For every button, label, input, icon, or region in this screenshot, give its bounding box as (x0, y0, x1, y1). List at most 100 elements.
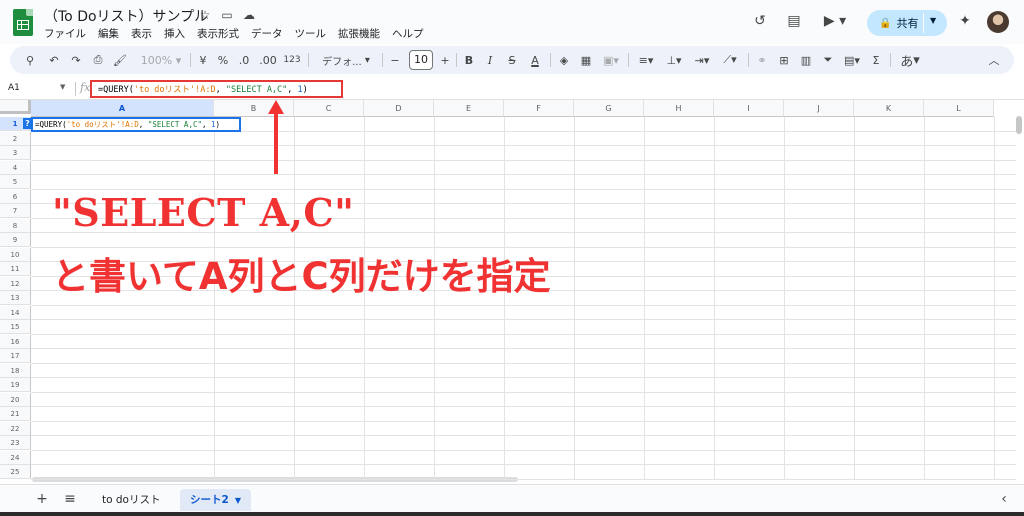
share-dropdown-icon[interactable]: ▼ (930, 16, 936, 25)
row-header[interactable]: 21 (0, 407, 31, 421)
row-header[interactable]: 4 (0, 160, 31, 175)
increase-font-size-icon[interactable]: + (438, 50, 452, 70)
menu-item[interactable]: 編集 (98, 26, 119, 41)
paint-format-icon[interactable]: 🖌 (112, 50, 128, 70)
bold-button[interactable]: B (462, 50, 476, 70)
vertical-scrollbar[interactable] (1016, 116, 1022, 134)
row-header[interactable]: 24 (0, 450, 31, 465)
text-color-button[interactable]: A (527, 50, 543, 70)
borders-icon[interactable]: ▦ (578, 50, 594, 70)
document-title[interactable]: （To Doリスト）サンプル (44, 6, 208, 26)
menu-item[interactable]: 拡張機能 (338, 26, 380, 41)
name-box-dropdown-icon[interactable]: ▼ (60, 83, 65, 91)
formula-help-icon[interactable]: ? (23, 118, 32, 129)
italic-button[interactable]: I (483, 50, 497, 70)
row-header[interactable]: 16 (0, 334, 31, 349)
row-header[interactable]: 17 (0, 349, 31, 363)
filter-views-icon[interactable]: ▤▾ (840, 50, 864, 70)
fill-color-icon[interactable]: ◈ (556, 50, 572, 70)
column-header[interactable]: D (364, 100, 434, 117)
row-header[interactable]: 8 (0, 218, 31, 233)
column-header[interactable]: G (574, 100, 644, 117)
add-sheet-icon[interactable]: + (34, 491, 50, 507)
meet-icon[interactable]: ▶ ▾ (820, 11, 850, 31)
sheet-tab-menu-icon[interactable]: ▼ (235, 496, 241, 505)
row-header[interactable]: 2 (0, 131, 31, 146)
sheet-tab[interactable]: to doリスト (92, 489, 170, 511)
vertical-align-icon[interactable]: ⊥▾ (662, 50, 686, 70)
explore-collapse-icon[interactable]: ‹ (996, 491, 1012, 507)
row-header[interactable]: 9 (0, 233, 31, 247)
menu-item[interactable]: 表示形式 (197, 26, 239, 41)
gemini-sparkle-icon[interactable]: ✦ (955, 11, 975, 31)
row-header[interactable]: 6 (0, 189, 31, 204)
avatar[interactable] (987, 11, 1009, 33)
percent-format-button[interactable]: % (216, 50, 230, 70)
redo-icon[interactable]: ↷ (68, 50, 84, 70)
insert-chart-icon[interactable]: ▥ (798, 50, 814, 70)
merge-cells-icon[interactable]: ▣▾ (600, 50, 622, 70)
font-family-select[interactable]: デフォ... ▾ (314, 50, 378, 70)
column-header[interactable]: L (924, 100, 994, 117)
star-icon[interactable]: ☆ (198, 8, 212, 22)
text-rotation-icon[interactable]: ⟋▾ (718, 50, 742, 70)
search-menus-icon[interactable]: ⚲ (22, 50, 38, 70)
row-header[interactable]: 23 (0, 436, 31, 450)
menu-item[interactable]: データ (251, 26, 283, 41)
share-button[interactable]: 🔒 共有 ▼ (867, 10, 947, 36)
row-header[interactable]: 13 (0, 291, 31, 305)
collapse-toolbar-icon[interactable]: ︿ (986, 50, 1002, 70)
sheet-tab[interactable]: シート2 ▼ (180, 489, 251, 511)
cloud-status-icon[interactable]: ☁ (242, 8, 256, 22)
undo-icon[interactable]: ↶ (46, 50, 62, 70)
column-header[interactable]: C (294, 100, 364, 117)
move-folder-icon[interactable]: ▭ (220, 8, 234, 22)
row-header[interactable]: 7 (0, 204, 31, 218)
decrease-font-size-icon[interactable]: − (388, 50, 402, 70)
menu-item[interactable]: ツール (295, 26, 327, 41)
functions-icon[interactable]: Σ (868, 50, 884, 70)
menu-item[interactable]: 表示 (131, 26, 152, 41)
row-header[interactable]: 18 (0, 363, 31, 378)
horizontal-align-icon[interactable]: ≡▾ (634, 50, 658, 70)
comments-icon[interactable]: ▤ (784, 11, 804, 31)
row-header[interactable]: 25 (0, 465, 31, 479)
more-formats-button[interactable]: 123 (282, 50, 302, 70)
row-header[interactable]: 11 (0, 262, 31, 276)
input-tools-select[interactable]: あ ▾ (896, 50, 924, 70)
row-header[interactable]: 5 (0, 175, 31, 189)
filter-icon[interactable]: ⏷ (820, 50, 836, 70)
strikethrough-icon[interactable]: S (505, 50, 519, 70)
menu-item[interactable]: ヘルプ (392, 26, 424, 41)
print-icon[interactable]: ⎙ (90, 50, 106, 70)
decrease-decimal-button[interactable]: .0 (235, 50, 253, 70)
increase-decimal-button[interactable]: .00 (258, 50, 278, 70)
version-history-icon[interactable]: ↺ (750, 11, 770, 31)
all-sheets-icon[interactable]: ≡ (62, 491, 78, 507)
sheets-logo-icon[interactable] (13, 9, 33, 36)
cell-a1[interactable]: =QUERY('to doリスト'!A:D, "SELECT A,C", 1) (31, 117, 241, 132)
select-all-corner[interactable] (0, 100, 31, 114)
row-header[interactable]: 12 (0, 276, 31, 291)
row-header[interactable]: 3 (0, 146, 31, 160)
row-header[interactable]: 19 (0, 378, 31, 392)
text-wrapping-icon[interactable]: ⇥▾ (690, 50, 714, 70)
font-size-input[interactable]: 10 (409, 50, 433, 70)
insert-link-icon[interactable]: ⚭ (754, 50, 770, 70)
column-header[interactable]: I (714, 100, 784, 117)
column-header[interactable]: J (784, 100, 854, 117)
row-header[interactable]: 10 (0, 247, 31, 262)
insert-comment-icon[interactable]: ⊞ (776, 50, 792, 70)
row-header[interactable]: 20 (0, 392, 31, 407)
menu-item[interactable]: ファイル (44, 26, 86, 41)
menu-item[interactable]: 挿入 (164, 26, 185, 41)
row-header[interactable]: 14 (0, 305, 31, 320)
column-header[interactable]: A (31, 100, 214, 117)
column-header[interactable]: H (644, 100, 714, 117)
column-header[interactable]: F (504, 100, 574, 117)
name-box[interactable]: A1 (8, 83, 20, 93)
row-header[interactable]: 15 (0, 320, 31, 334)
column-header[interactable]: K (854, 100, 924, 117)
row-header[interactable]: 22 (0, 421, 31, 436)
currency-format-button[interactable]: ¥ (196, 50, 210, 70)
